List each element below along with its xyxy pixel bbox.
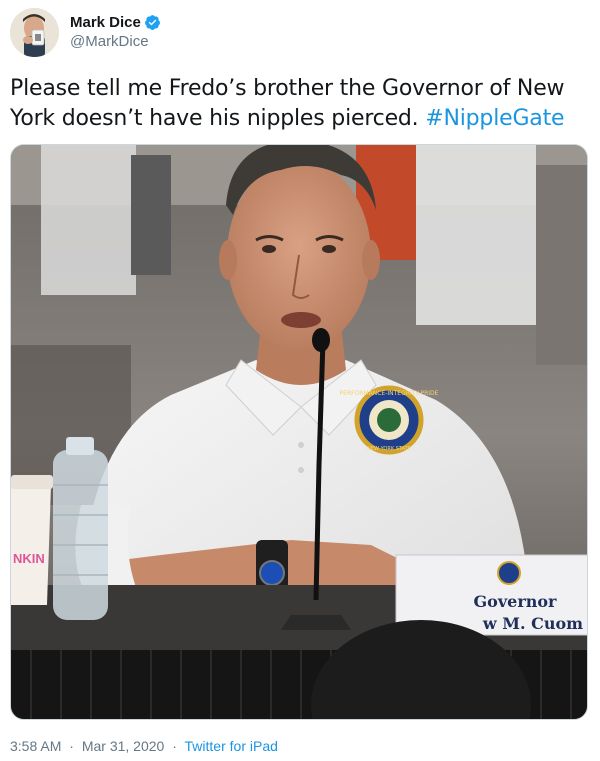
- patch-text: PERFORMANCE-INTEGRITY-PRIDE: [340, 390, 439, 397]
- tweet-time[interactable]: 3:58 AM: [10, 738, 61, 754]
- cup-brand-text: NKIN: [13, 551, 45, 566]
- nameplate-title: Governor: [474, 592, 558, 611]
- verified-badge-icon: [144, 14, 161, 31]
- tweet-date[interactable]: Mar 31, 2020: [82, 738, 165, 754]
- name-row: Mark Dice: [70, 14, 161, 31]
- avatar-image: [10, 7, 59, 57]
- avatar[interactable]: [10, 7, 59, 57]
- author-handle[interactable]: @MarkDice: [70, 33, 161, 50]
- tweet-source-link[interactable]: Twitter for iPad: [185, 738, 278, 754]
- patch-bottom-text: NEW YORK STATE: [367, 446, 411, 452]
- tweet-text: Please tell me Fredo’s brother the Gover…: [10, 74, 595, 134]
- nameplate-name: w M. Cuom: [482, 614, 583, 633]
- author-display-name[interactable]: Mark Dice: [70, 14, 141, 31]
- separator-dot: ·: [172, 738, 177, 754]
- author-info: Mark Dice @MarkDice: [70, 14, 161, 50]
- hashtag-link[interactable]: #NippleGate: [425, 106, 564, 131]
- separator-dot: ·: [69, 738, 74, 754]
- tweet-header: Mark Dice @MarkDice: [10, 6, 590, 58]
- tweet-footer: 3:58 AM · Mar 31, 2020 · Twitter for iPa…: [10, 738, 278, 754]
- photo-image: PERFORMANCE-INTEGRITY-PRIDE NEW YORK STA…: [11, 145, 587, 719]
- tweet-photo[interactable]: PERFORMANCE-INTEGRITY-PRIDE NEW YORK STA…: [10, 144, 588, 720]
